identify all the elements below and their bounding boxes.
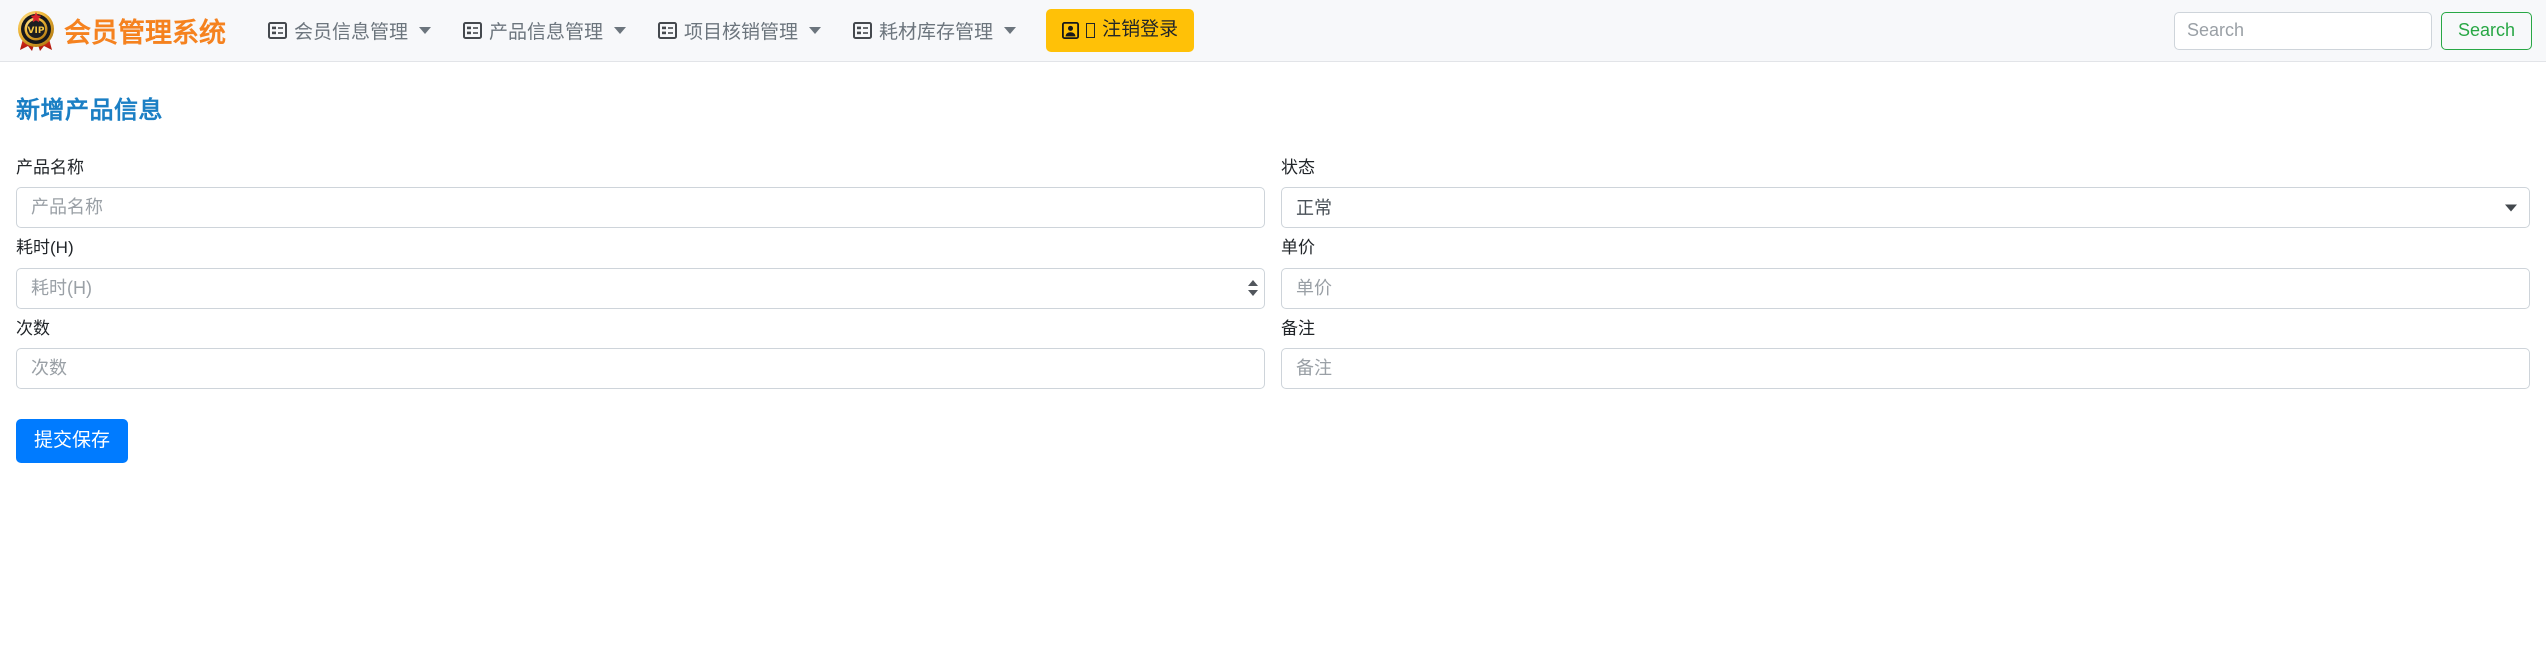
form-row: 产品名称 状态 正常	[16, 158, 2530, 229]
brand-logo-link[interactable]: VIP 会员管理系统	[14, 9, 226, 53]
chevron-down-icon	[1004, 27, 1017, 34]
nav-item-member-info[interactable]: 会员信息管理	[252, 9, 447, 52]
navbar-search-form: Search	[2173, 11, 2532, 50]
logout-button-label: 注销登录	[1102, 19, 1179, 41]
unit-price-input[interactable]	[1281, 267, 2530, 309]
chevron-down-icon	[614, 27, 627, 34]
missing-glyph-box	[1086, 23, 1096, 38]
top-navbar: VIP 会员管理系统 会员信息管理 产品信息管理 项目核销管理 耗材库存管理 注…	[0, 0, 2546, 62]
field-label: 次数	[16, 318, 50, 338]
nav-item-consumable-stock[interactable]: 耗材库存管理	[837, 9, 1032, 52]
field-label: 状态	[1281, 158, 1315, 177]
nav-item-label: 产品信息管理	[489, 22, 604, 43]
stepper-up-icon[interactable]	[1248, 280, 1258, 287]
chevron-down-icon	[809, 27, 822, 34]
search-input[interactable]	[2173, 11, 2432, 50]
list-alt-icon	[658, 22, 678, 39]
status-select-wrapper: 正常	[1281, 187, 2530, 229]
status-select[interactable]: 正常	[1281, 187, 2530, 229]
form-actions: 提交保存	[16, 419, 2530, 463]
product-name-input[interactable]	[16, 187, 1265, 229]
list-alt-icon	[463, 22, 483, 39]
form-row: 耗时(H) 单价	[16, 238, 2530, 309]
field-label: 产品名称	[16, 158, 84, 177]
form-row: 次数 备注	[16, 318, 2530, 390]
user-square-icon	[1062, 22, 1080, 39]
list-alt-icon	[268, 22, 287, 39]
number-stepper[interactable]	[1248, 280, 1258, 297]
chevron-down-icon	[419, 27, 432, 34]
times-input[interactable]	[16, 348, 1265, 390]
nav-item-label: 耗材库存管理	[879, 22, 994, 43]
remark-input[interactable]	[1281, 348, 2530, 390]
navbar-menu: 会员信息管理 产品信息管理 项目核销管理 耗材库存管理 注销登录	[252, 9, 1195, 52]
submit-save-button[interactable]: 提交保存	[16, 419, 129, 463]
form-field-status: 状态 正常	[1281, 158, 2530, 229]
nav-item-label: 项目核销管理	[684, 22, 799, 43]
list-alt-icon	[853, 22, 873, 39]
form-field-unit-price: 单价	[1281, 238, 2530, 309]
field-label: 备注	[1281, 318, 1315, 338]
page-content: 新增产品信息 产品名称 状态 正常 耗时(H)	[0, 90, 2546, 463]
svg-text:VIP: VIP	[28, 26, 45, 36]
product-form: 产品名称 状态 正常 耗时(H)	[16, 158, 2530, 463]
form-field-duration: 耗时(H)	[16, 238, 1265, 309]
form-field-remark: 备注	[1281, 318, 2530, 390]
nav-item-project-writeoff[interactable]: 项目核销管理	[642, 9, 837, 52]
form-field-times: 次数	[16, 318, 1265, 390]
vip-badge-icon: VIP	[14, 9, 58, 53]
logout-button[interactable]: 注销登录	[1046, 9, 1195, 52]
search-button[interactable]: Search	[2440, 11, 2532, 50]
page-title: 新增产品信息	[16, 97, 163, 124]
field-label: 单价	[1281, 238, 1315, 258]
form-field-product-name: 产品名称	[16, 158, 1265, 229]
field-label: 耗时(H)	[16, 238, 74, 258]
stepper-down-icon[interactable]	[1248, 290, 1258, 297]
nav-item-label: 会员信息管理	[294, 22, 409, 43]
duration-input[interactable]	[16, 267, 1265, 309]
duration-input-wrapper	[16, 267, 1265, 309]
nav-item-product-info[interactable]: 产品信息管理	[447, 9, 642, 52]
brand-title: 会员管理系统	[64, 18, 226, 49]
